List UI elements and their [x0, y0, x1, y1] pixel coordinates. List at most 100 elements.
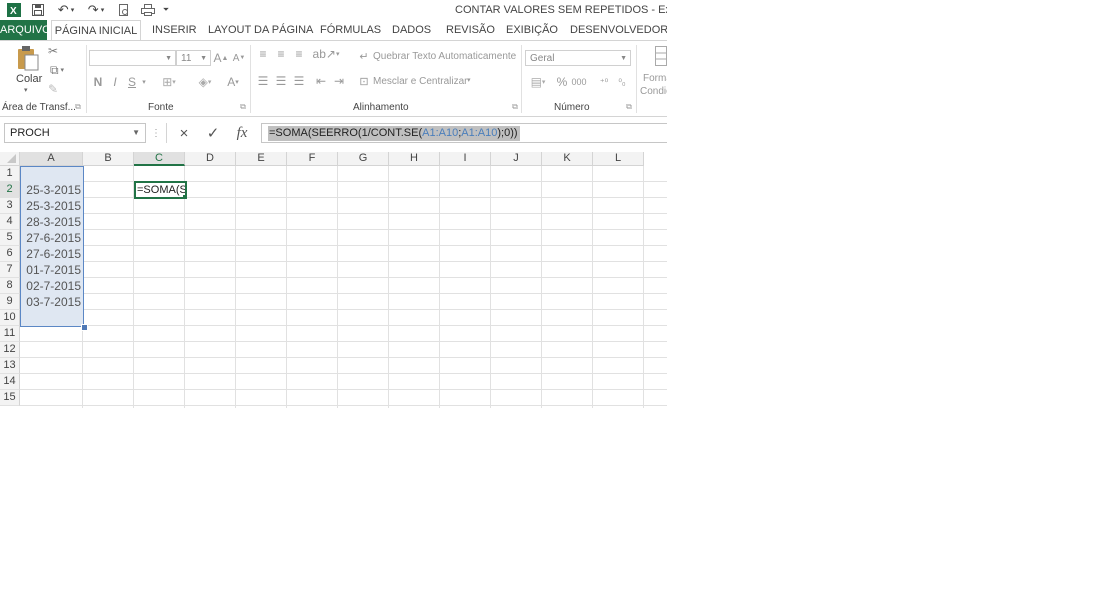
cell-a7[interactable]: 01-7-2015 — [20, 262, 83, 278]
shrink-font-icon[interactable]: A ▼ — [232, 50, 246, 66]
font-name-combo[interactable]: ▼ — [89, 50, 176, 66]
wrap-text-button[interactable]: Quebrar Texto Automaticamente — [373, 51, 516, 62]
align-top-icon[interactable]: ≡ — [256, 47, 270, 61]
format-painter-icon[interactable]: ✎ — [46, 82, 60, 96]
cell-a2[interactable]: 25-3-2015 — [20, 182, 83, 198]
align-right-icon[interactable]: ☰ — [292, 74, 306, 88]
tab-pagina-inicial[interactable]: PÁGINA INICIAL — [51, 20, 141, 41]
column-header-c[interactable]: C — [134, 152, 185, 166]
column-header-j[interactable]: J — [491, 152, 542, 166]
paste-label[interactable]: Colar — [16, 73, 42, 85]
column-header-h[interactable]: H — [389, 152, 440, 166]
row-header-15[interactable]: 15 — [0, 390, 20, 406]
thousands-separator-button[interactable]: 000 — [570, 75, 588, 89]
save-icon[interactable] — [30, 2, 46, 18]
borders-icon[interactable]: ⊞ ▾ — [158, 74, 180, 90]
column-header-a[interactable]: A — [20, 152, 83, 166]
accounting-format-icon[interactable]: ▤ ▾ — [527, 75, 549, 89]
column-header-i[interactable]: I — [440, 152, 491, 166]
print-preview-icon[interactable] — [116, 2, 132, 18]
align-bottom-icon[interactable]: ≡ — [292, 47, 306, 61]
merge-dropdown-icon[interactable]: ▾ — [467, 76, 471, 84]
grow-font-icon[interactable]: A ▲ — [214, 50, 229, 66]
column-header-b[interactable]: B — [83, 152, 134, 166]
conditional-formatting-icon[interactable] — [654, 45, 667, 67]
range-fill-handle[interactable] — [81, 324, 88, 331]
number-format-combo[interactable]: Geral ▼ — [525, 50, 631, 66]
insert-function-icon[interactable]: fx — [230, 123, 254, 143]
row-header-1[interactable]: 1 — [0, 166, 20, 182]
cell-a4[interactable]: 28-3-2015 — [20, 214, 83, 230]
cell-a8[interactable]: 02-7-2015 — [20, 278, 83, 294]
merge-center-button[interactable]: Mesclar e Centralizar — [373, 76, 467, 87]
fill-handle[interactable] — [183, 195, 185, 197]
font-launcher-icon[interactable]: ⧉ — [238, 102, 248, 112]
row-header-8[interactable]: 8 — [0, 278, 20, 294]
cell-a5[interactable]: 27-6-2015 — [20, 230, 83, 246]
orientation-icon[interactable]: ab↗ ▾ — [313, 47, 340, 61]
cell-a3[interactable]: 25-3-2015 — [20, 198, 83, 214]
column-header-f[interactable]: F — [287, 152, 338, 166]
copy-icon[interactable]: ⧉ ▾ — [46, 63, 68, 77]
column-header-e[interactable]: E — [236, 152, 287, 166]
alignment-launcher-icon[interactable]: ⧉ — [510, 102, 520, 112]
wrap-text-icon[interactable]: ↵ — [358, 50, 370, 63]
cell-a6[interactable]: 27-6-2015 — [20, 246, 83, 262]
tab-revisao[interactable]: REVISÃO — [446, 20, 495, 40]
conditional-formatting-label-1[interactable]: Forma — [643, 73, 667, 84]
decrease-decimal-icon[interactable]: ⁰₀ — [614, 75, 630, 89]
formula-input[interactable]: =SOMA(SEERRO(1/CONT.SE(A1:A10;A1:A10);0)… — [261, 123, 667, 143]
row-header-7[interactable]: 7 — [0, 262, 20, 278]
column-header-l[interactable]: L — [593, 152, 644, 166]
worksheet-grid[interactable]: ABCDEFGHIJKL 1 2 3 4 5 6 7 8 9 10 11 12 13 14 15 25-3-… — [0, 152, 667, 408]
tab-desenvolvedor[interactable]: DESENVOLVEDOR — [570, 20, 667, 40]
conditional-formatting-label-2[interactable]: Condic — [640, 86, 667, 97]
cell-a9[interactable]: 03-7-2015 — [20, 294, 83, 310]
paste-icon[interactable] — [16, 45, 40, 71]
row-header-4[interactable]: 4 — [0, 214, 20, 230]
row-header-9[interactable]: 9 — [0, 294, 20, 310]
clipboard-launcher-icon[interactable]: ⧉ — [73, 102, 83, 112]
row-header-3[interactable]: 3 — [0, 198, 20, 214]
align-middle-icon[interactable]: ≡ — [274, 47, 288, 61]
active-cell-c2[interactable]: =SOMA(SE — [134, 181, 187, 199]
undo-icon[interactable]: ↶ ▾ — [54, 2, 78, 18]
row-header-5[interactable]: 5 — [0, 230, 20, 246]
font-size-combo[interactable]: 11 ▼ — [176, 50, 211, 66]
number-launcher-icon[interactable]: ⧉ — [624, 102, 634, 112]
tab-layout-da-pagina[interactable]: LAYOUT DA PÁGINA — [208, 20, 313, 40]
font-color-icon[interactable]: A ▾ — [222, 74, 244, 90]
redo-icon[interactable]: ↷ ▾ — [84, 2, 108, 18]
more-options-icon[interactable]: ⋮ — [151, 127, 161, 139]
merge-center-icon[interactable]: ⊡ — [358, 75, 370, 88]
row-header-6[interactable]: 6 — [0, 246, 20, 262]
column-header-g[interactable]: G — [338, 152, 389, 166]
increase-indent-icon[interactable]: ⇥ — [332, 74, 346, 88]
underline-button[interactable]: S — [126, 75, 138, 89]
customize-qat-icon[interactable]: ⏷ — [160, 2, 172, 18]
row-header-14[interactable]: 14 — [0, 374, 20, 390]
enter-icon[interactable]: ✓ — [201, 123, 225, 143]
cell-area[interactable] — [20, 166, 667, 408]
column-header-d[interactable]: D — [185, 152, 236, 166]
increase-decimal-icon[interactable]: ⁺⁰ — [596, 75, 612, 89]
row-header-10[interactable]: 10 — [0, 310, 20, 326]
tab-arquivo[interactable]: ARQUIVO — [0, 20, 51, 40]
align-center-icon[interactable]: ☰ — [274, 74, 288, 88]
name-box[interactable]: PROCH ▼ — [4, 123, 146, 143]
align-left-icon[interactable]: ☰ — [256, 74, 270, 88]
paste-dropdown-icon[interactable]: ▾ — [24, 86, 28, 94]
row-header-13[interactable]: 13 — [0, 358, 20, 374]
percent-button[interactable]: % — [555, 75, 569, 89]
fill-color-icon[interactable]: ◈ ▾ — [194, 74, 216, 90]
cancel-icon[interactable]: × — [172, 123, 196, 143]
bold-button[interactable]: N — [92, 75, 104, 89]
tab-inserir[interactable]: INSERIR — [152, 20, 197, 40]
italic-button[interactable]: I — [109, 75, 121, 89]
decrease-indent-icon[interactable]: ⇤ — [314, 74, 328, 88]
quick-print-icon[interactable] — [139, 2, 157, 18]
tab-dados[interactable]: DADOS — [392, 20, 431, 40]
row-header-2[interactable]: 2 — [0, 182, 20, 198]
column-header-k[interactable]: K — [542, 152, 593, 166]
row-header-12[interactable]: 12 — [0, 342, 20, 358]
